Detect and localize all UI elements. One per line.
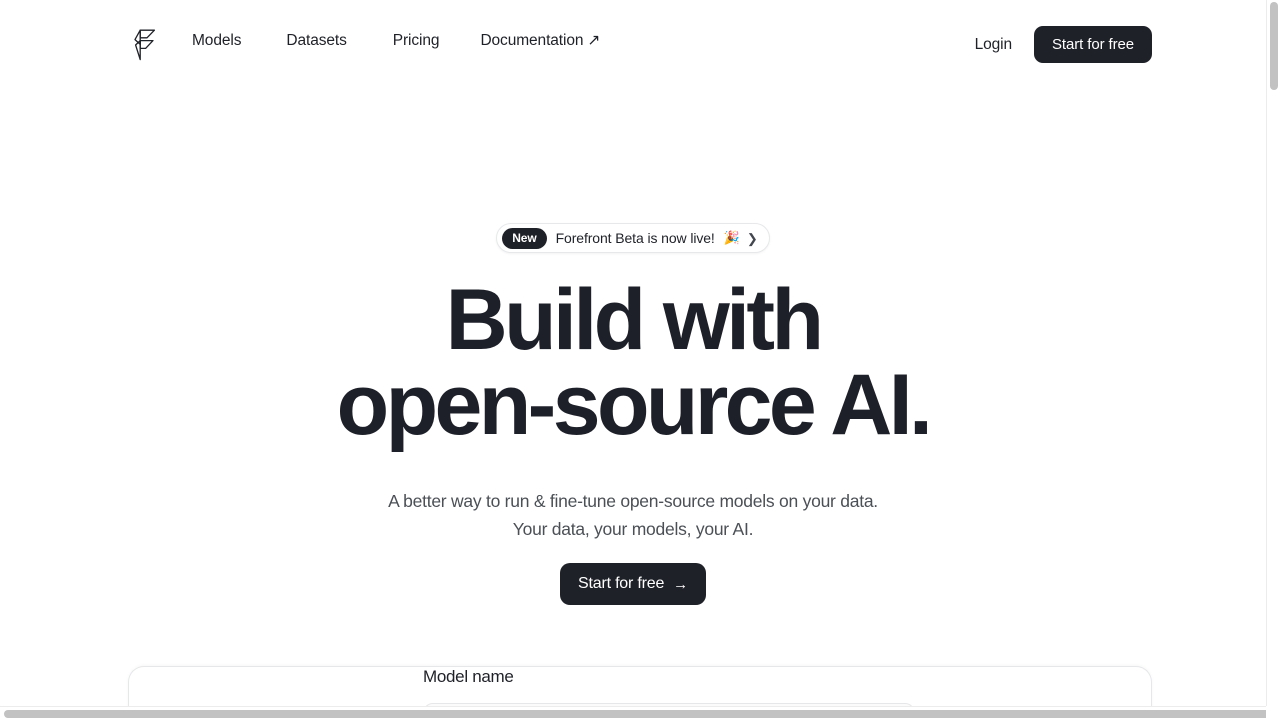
headline-line-2: open-source AI. (336, 357, 933, 454)
announcement-new-badge: New (502, 227, 547, 249)
nav-item-label: Models (192, 32, 242, 49)
horizontal-scrollbar[interactable] (0, 706, 1280, 720)
forefront-logo-icon[interactable] (129, 27, 159, 63)
vertical-scrollbar[interactable] (1266, 0, 1280, 709)
model-name-label: Model name (423, 667, 514, 686)
announcement-banner-wrap: New Forefront Beta is now live! 🎉 ❯ (0, 223, 1266, 253)
login-link[interactable]: Login (975, 36, 1013, 54)
announcement-text: Forefront Beta is now live! (555, 230, 715, 246)
nav-item-label: Pricing (392, 32, 440, 49)
nav-item-label: Datasets (286, 32, 347, 49)
nav-item-label: Documentation (480, 32, 584, 49)
model-form-card: Model name (128, 666, 1152, 709)
nav-item-pricing[interactable]: Pricing (393, 32, 440, 50)
chevron-right-icon: ❯ (746, 230, 758, 246)
vertical-scrollbar-thumb[interactable] (1270, 2, 1278, 90)
external-link-icon: ↗ (587, 32, 601, 50)
page-content: Models Datasets Pricing Documentation ↗ … (0, 0, 1266, 709)
browser-viewport: Models Datasets Pricing Documentation ↗ … (0, 0, 1280, 720)
subtitle-line-2: Your data, your models, your AI. (512, 519, 754, 539)
page-title: Build with open-source AI. (0, 272, 1266, 454)
nav-item-models[interactable]: Models (192, 32, 241, 50)
hero-cta-label: Start for free (578, 575, 665, 592)
announcement-banner[interactable]: New Forefront Beta is now live! 🎉 ❯ (496, 223, 770, 253)
hero-cta-wrap: Start for free → (0, 563, 1266, 605)
hero-subtitle: A better way to run & fine-tune open-sou… (0, 487, 1266, 543)
site-header: Models Datasets Pricing Documentation ↗ … (0, 0, 1266, 88)
subtitle-line-1: A better way to run & fine-tune open-sou… (388, 491, 878, 511)
nav-item-datasets[interactable]: Datasets (286, 32, 346, 50)
horizontal-scrollbar-thumb[interactable] (4, 710, 1270, 718)
header-actions: Login Start for free (975, 26, 1152, 63)
headline-line-1: Build with (445, 272, 824, 368)
party-popper-icon: 🎉 (723, 230, 740, 245)
arrow-right-icon: → (673, 575, 688, 593)
hero-start-for-free-button[interactable]: Start for free → (560, 563, 706, 605)
scrollbar-corner (1266, 706, 1280, 720)
nav-item-documentation[interactable]: Documentation ↗ (480, 32, 600, 50)
header-start-for-free-button[interactable]: Start for free (1034, 26, 1152, 63)
primary-navigation: Models Datasets Pricing Documentation ↗ (192, 32, 600, 50)
